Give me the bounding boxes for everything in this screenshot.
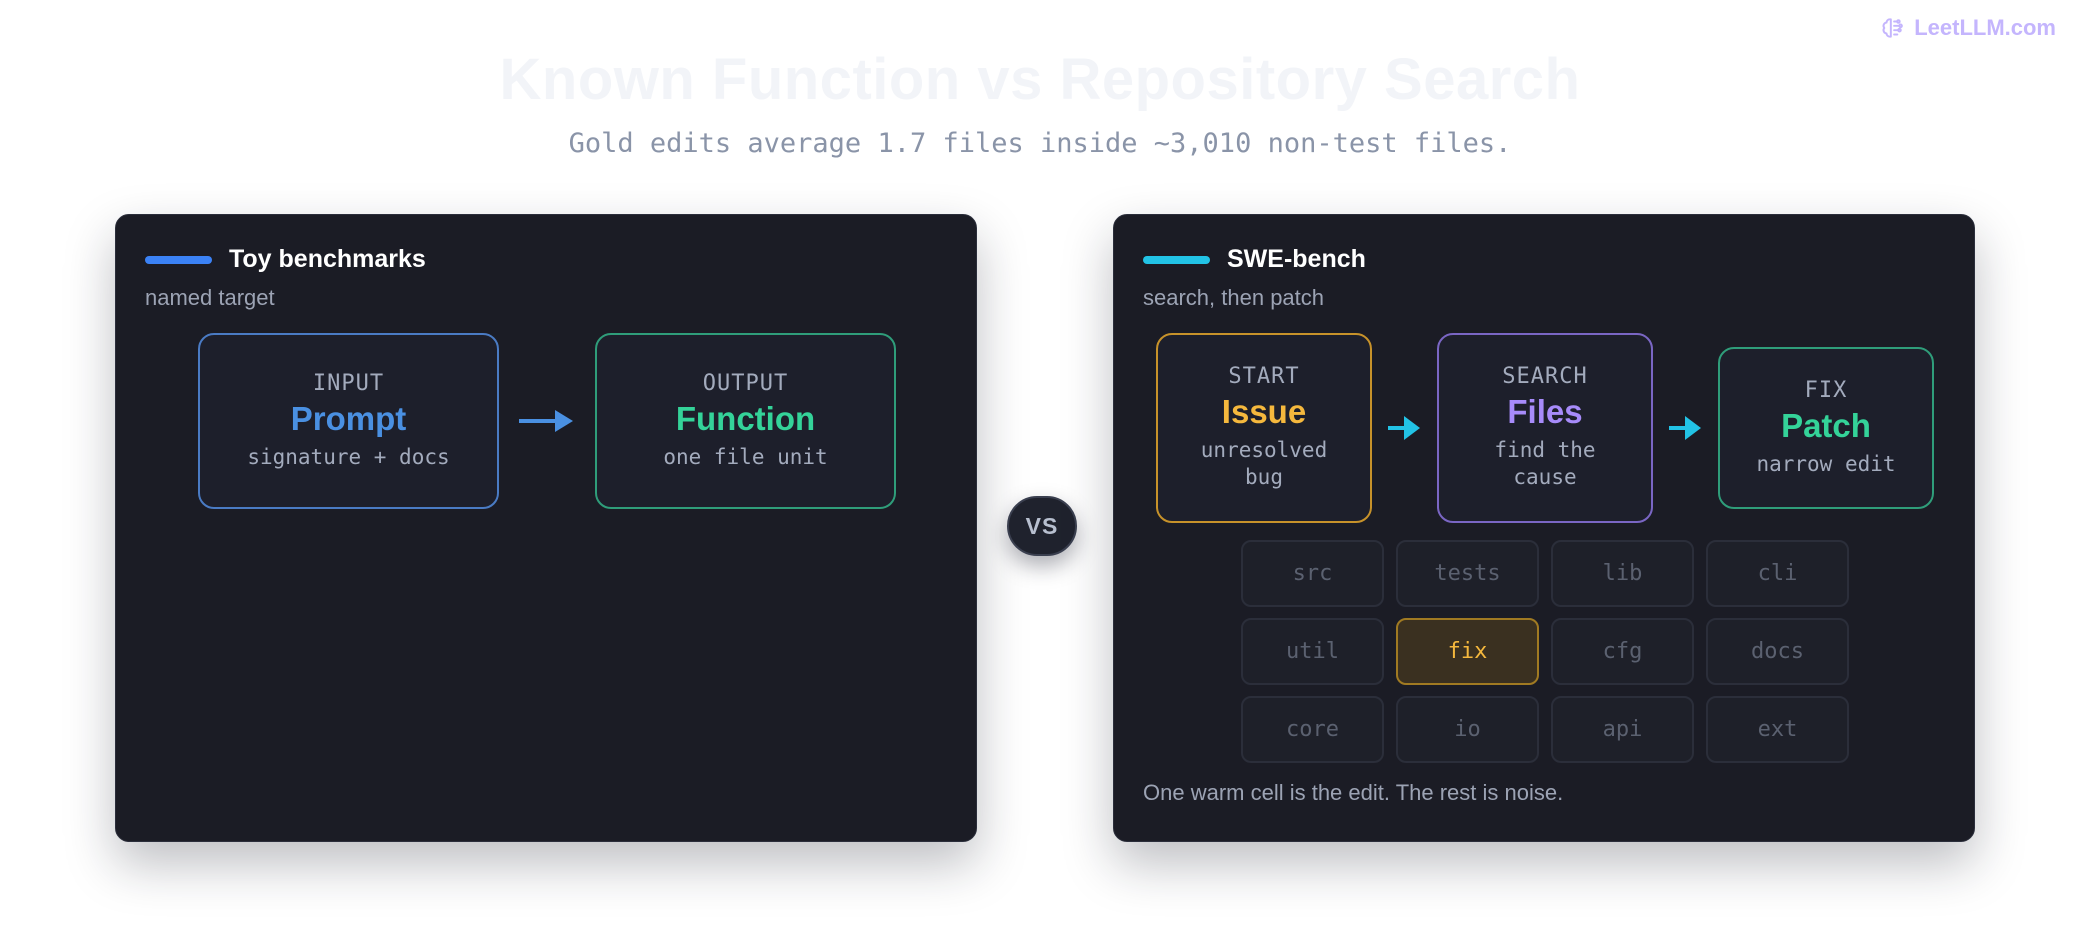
node-tag: FIX <box>1804 377 1848 403</box>
accent-bar <box>1143 255 1210 264</box>
panel-title: Toy benchmarks <box>229 245 426 273</box>
node-desc: signature + docs <box>247 444 450 469</box>
page-subtitle: Gold edits average 1.7 files inside ~3,0… <box>568 128 1512 159</box>
panel-subtitle: search, then patch <box>1143 285 1325 310</box>
file-cell: ext <box>1706 696 1849 763</box>
files-node: SEARCH Files find the cause <box>1437 333 1653 523</box>
node-tag: START <box>1228 364 1300 390</box>
arrow-right-icon <box>1669 416 1701 440</box>
node-desc: unresolved bug <box>1200 438 1328 490</box>
input-node: INPUT Prompt signature + docs <box>198 333 499 509</box>
node-desc: one file unit <box>663 444 828 469</box>
file-cell: api <box>1551 696 1694 763</box>
file-cell: lib <box>1551 540 1694 607</box>
swe-bench-panel: SWE-bench search, then patch START Issue… <box>1113 214 1975 842</box>
file-cell-highlighted: fix <box>1396 618 1539 685</box>
arrow-right-icon <box>1388 416 1420 440</box>
node-name: Issue <box>1221 393 1307 431</box>
arrow-right-icon <box>519 410 573 432</box>
file-cell: tests <box>1396 540 1539 607</box>
node-desc: find the cause <box>1494 438 1596 490</box>
toy-benchmarks-panel: Toy benchmarks named target INPUT Prompt… <box>115 214 977 842</box>
panel-subtitle: named target <box>145 285 275 310</box>
output-node: OUTPUT Function one file unit <box>595 333 896 509</box>
file-cell: util <box>1241 618 1384 685</box>
brain-icon <box>1882 18 1904 38</box>
brand[interactable]: LeetLLM.com <box>1880 15 2056 41</box>
panel-caption: One warm cell is the edit. The rest is n… <box>1143 780 1564 805</box>
node-name: Prompt <box>290 399 407 437</box>
node-name: Files <box>1507 393 1583 431</box>
panel-header: SWE-bench <box>1143 245 1366 274</box>
file-cell: core <box>1241 696 1384 763</box>
node-name: Patch <box>1781 406 1871 444</box>
vs-badge: VS <box>1007 496 1077 556</box>
node-tag: INPUT <box>312 370 385 396</box>
node-tag: OUTPUT <box>702 370 789 396</box>
file-cell: cli <box>1706 540 1849 607</box>
panel-title: SWE-bench <box>1227 245 1366 273</box>
repository-file-grid: src tests lib cli util fix cfg docs core… <box>1241 540 1849 763</box>
file-cell: io <box>1396 696 1539 763</box>
node-tag: SEARCH <box>1502 364 1588 390</box>
file-cell: cfg <box>1551 618 1694 685</box>
panel-header: Toy benchmarks <box>145 245 426 274</box>
node-name: Function <box>675 399 816 437</box>
file-cell: docs <box>1706 618 1849 685</box>
file-cell: src <box>1241 540 1384 607</box>
accent-bar <box>145 255 212 264</box>
brand-label: LeetLLM.com <box>1914 15 2056 40</box>
patch-node: FIX Patch narrow edit <box>1718 347 1934 509</box>
page-title: Known Function vs Repository Search <box>499 47 1581 112</box>
issue-node: START Issue unresolved bug <box>1156 333 1372 523</box>
node-desc: narrow edit <box>1756 451 1896 476</box>
